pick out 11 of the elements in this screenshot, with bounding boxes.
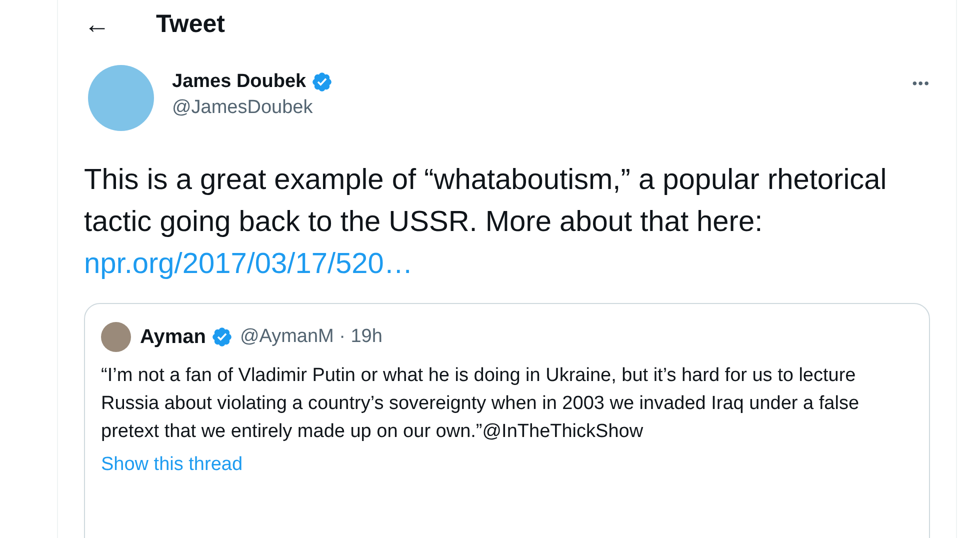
author-name[interactable]: James Doubek [172,71,306,93]
tweet-text: This is a great example of “whataboutism,” a popular rhetorical tactic going back to the USSR. More about that here: npr.org/2017/03/17/520… [83,163,888,282]
back-button[interactable]: ← [84,11,110,37]
page-title: Tweet [156,10,225,38]
avatar [101,322,131,352]
quoted-tweet-card[interactable] [84,303,930,538]
more-options-button[interactable]: ••• [912,75,930,91]
quoted-tweet-text: “I’m not a fan of Vladimir Putin or what he is doing in Ukraine, but it’s hard for us to lecture Russia about violating a country’s sovereignty when in 2003 we invaded Iraq under a false pretext that we entirely made up on our own.”@InTheThickShow [101,364,860,444]
author-handle[interactable]: @JamesDoubek [172,97,894,119]
quoted-author-meta: @AymanM · 19h [240,326,382,348]
quoted-author-name: Ayman [140,326,206,348]
